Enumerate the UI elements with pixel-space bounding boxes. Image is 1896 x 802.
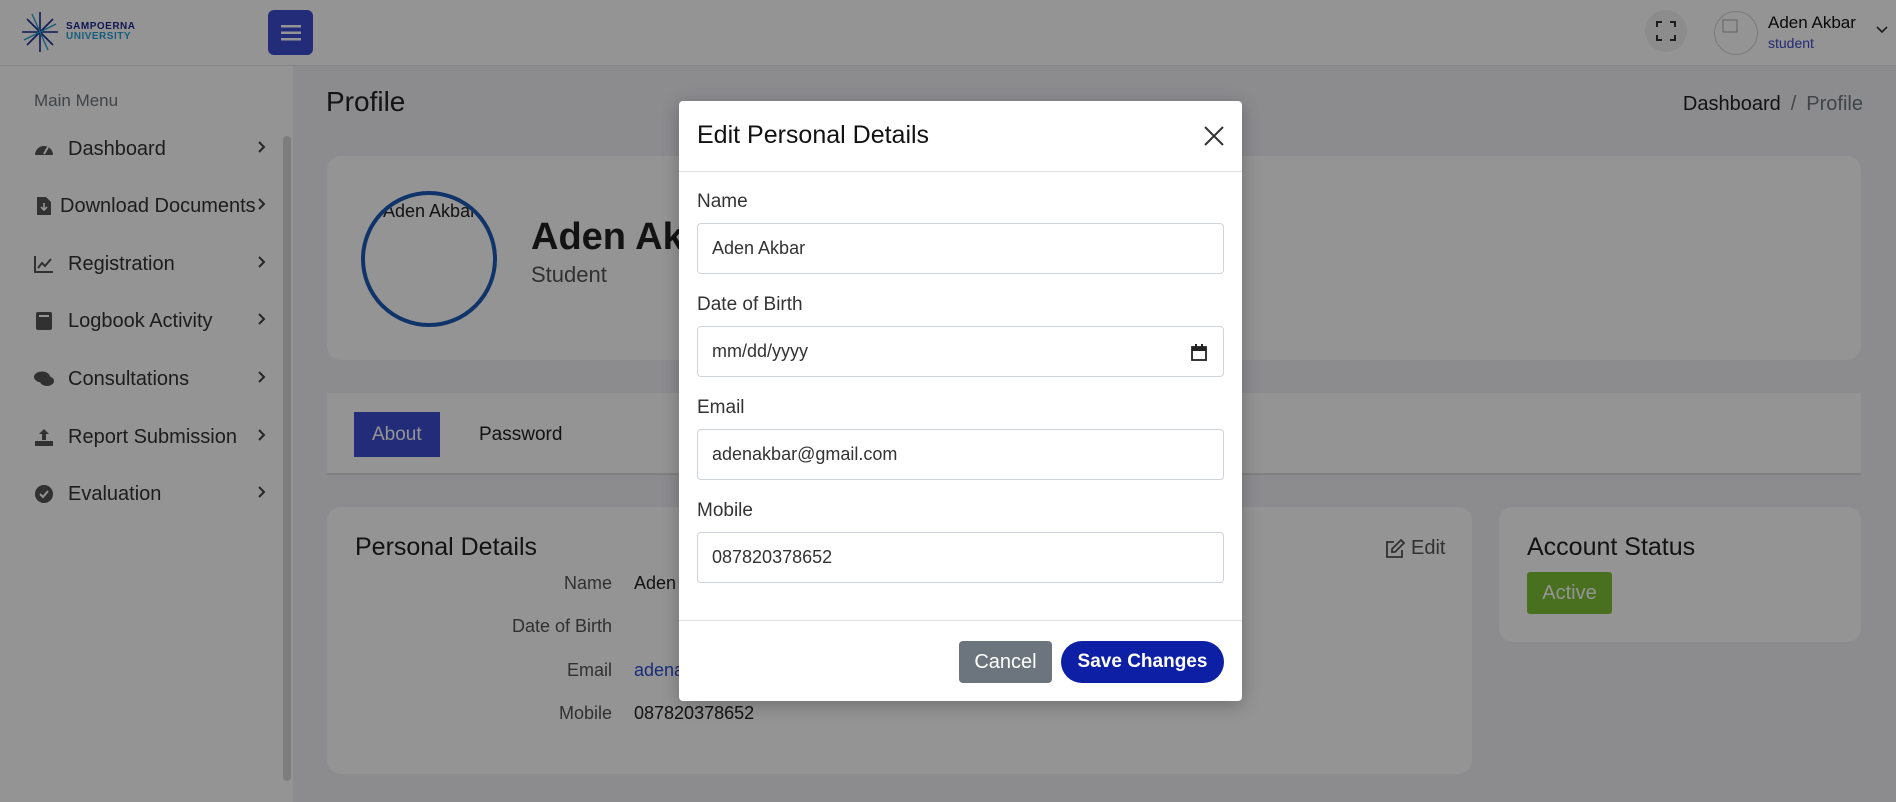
modal-title: Edit Personal Details	[697, 121, 930, 149]
dob-field-placeholder: mm/dd/yyyy	[712, 341, 809, 361]
modal-footer-divider	[679, 620, 1242, 621]
email-field[interactable]: adenakbar@gmail.com	[697, 429, 1224, 480]
cancel-button[interactable]: Cancel	[959, 641, 1052, 683]
name-field-value: Aden Akbar	[712, 238, 806, 258]
dob-field[interactable]: mm/dd/yyyy	[697, 326, 1224, 377]
save-changes-button[interactable]: Save Changes	[1061, 641, 1224, 683]
email-field-value: adenakbar@gmail.com	[712, 444, 898, 464]
name-field[interactable]: Aden Akbar	[697, 223, 1224, 274]
email-field-label: Email	[697, 397, 745, 418]
name-field-label: Name	[697, 191, 748, 212]
mobile-field-value: 087820378652	[712, 547, 833, 567]
edit-personal-details-modal: Edit Personal Details Name Aden Akbar Da…	[679, 101, 1242, 701]
mobile-field[interactable]: 087820378652	[697, 532, 1224, 583]
calendar-icon[interactable]	[1191, 344, 1207, 361]
close-icon[interactable]	[1202, 124, 1226, 148]
mobile-field-label: Mobile	[697, 500, 753, 521]
dob-field-label: Date of Birth	[697, 294, 803, 315]
modal-header-divider	[679, 171, 1242, 172]
